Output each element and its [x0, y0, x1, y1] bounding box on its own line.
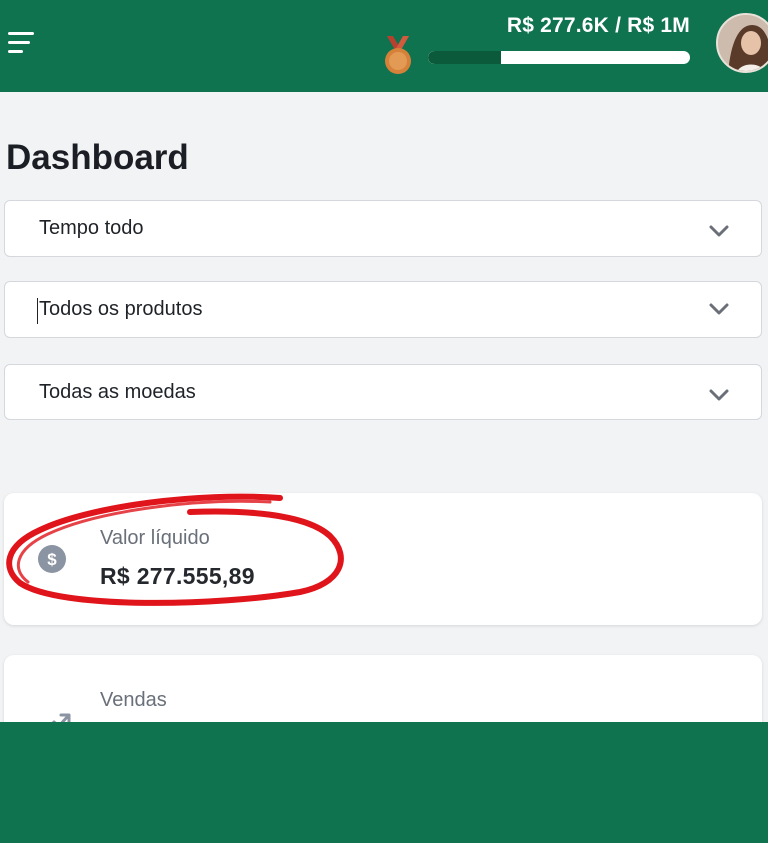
revenue-goal-progress-bar: [428, 51, 690, 64]
period-filter-select[interactable]: Tempo todo: [4, 200, 762, 257]
user-avatar[interactable]: [716, 13, 768, 73]
trending-up-icon: [51, 713, 71, 722]
sales-label: Vendas: [100, 689, 167, 711]
avatar-photo: [718, 15, 768, 71]
svg-text:$: $: [47, 550, 57, 569]
top-bar: R$ 277.6K / R$ 1M: [0, 0, 768, 92]
chevron-down-icon: [709, 303, 729, 315]
chevron-down-icon: [709, 389, 729, 401]
net-value-label: Valor líquido: [100, 527, 210, 549]
period-filter-label: Tempo todo: [39, 217, 144, 239]
page-title: Dashboard: [6, 138, 189, 177]
product-filter-label: Todos os produtos: [39, 298, 203, 320]
app-viewport: R$ 277.6K / R$ 1M Dashboard Tempo todo T…: [0, 0, 768, 722]
currency-filter-select[interactable]: Todas as moedas: [4, 364, 762, 420]
net-value-amount: R$ 277.555,89: [100, 563, 255, 589]
product-filter-select[interactable]: Todos os produtos: [4, 281, 762, 338]
chevron-down-icon: [709, 225, 729, 237]
net-value-card[interactable]: $ Valor líquido R$ 277.555,89: [4, 493, 762, 625]
text-cursor: [37, 298, 38, 324]
sales-card[interactable]: Vendas: [4, 655, 762, 722]
dollar-coin-icon: $: [38, 545, 66, 573]
hamburger-menu-icon[interactable]: [8, 30, 38, 56]
revenue-goal-text: R$ 277.6K / R$ 1M: [506, 14, 690, 37]
currency-filter-label: Todas as moedas: [39, 381, 196, 403]
revenue-goal-progress-fill: [428, 51, 501, 64]
bronze-medal-icon: [385, 36, 411, 74]
